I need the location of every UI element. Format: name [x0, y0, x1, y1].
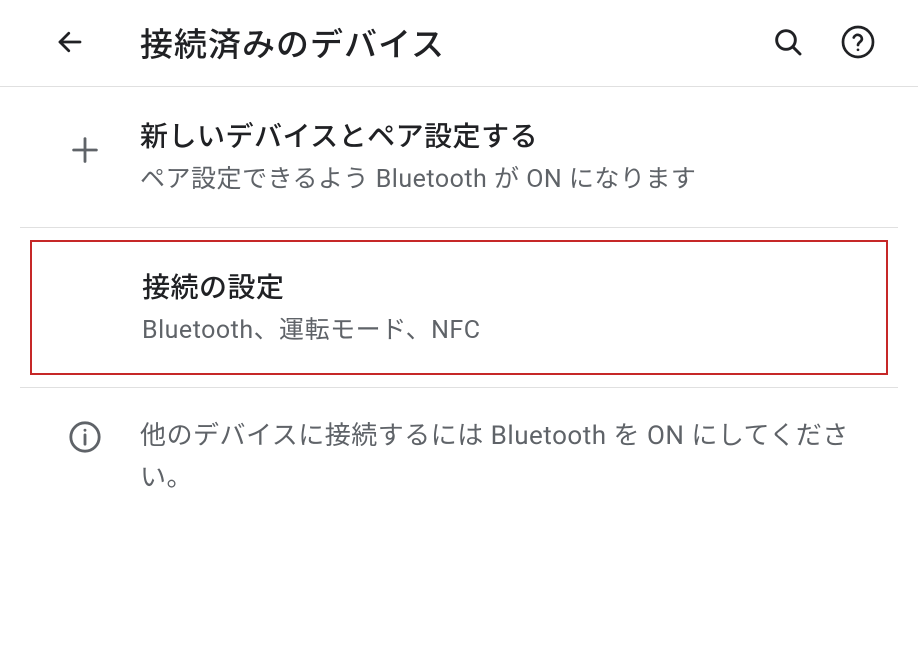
- pair-subtitle: ペア設定できるよう Bluetooth が ON になります: [140, 161, 858, 199]
- settings-subtitle: Bluetooth、運転モード、NFC: [142, 312, 856, 350]
- settings-content: 接続の設定 Bluetooth、運転モード、NFC: [142, 266, 876, 350]
- arrow-back-icon: [55, 27, 85, 57]
- app-header: 接続済みのデバイス: [0, 0, 918, 87]
- pair-title: 新しいデバイスとペア設定する: [140, 115, 858, 155]
- pair-content: 新しいデバイスとペア設定する ペア設定できるよう Bluetooth が ON …: [140, 115, 878, 199]
- plus-icon: [68, 133, 102, 167]
- info-section: 他のデバイスに接続するには Bluetooth を ON にしてください。: [0, 388, 918, 527]
- divider: [20, 227, 898, 228]
- info-text: 他のデバイスに接続するには Bluetooth を ON にしてください。: [140, 416, 878, 499]
- pair-icon-wrap: [30, 115, 140, 167]
- search-button[interactable]: [768, 22, 808, 62]
- help-icon: [840, 24, 876, 60]
- search-icon: [772, 26, 804, 58]
- connection-settings-item[interactable]: 接続の設定 Bluetooth、運転モード、NFC: [30, 240, 888, 376]
- pair-new-device-item[interactable]: 新しいデバイスとペア設定する ペア設定できるよう Bluetooth が ON …: [0, 87, 918, 227]
- back-button[interactable]: [50, 22, 90, 62]
- page-title: 接続済みのデバイス: [140, 18, 768, 66]
- settings-title: 接続の設定: [142, 266, 856, 306]
- header-actions: [768, 22, 878, 62]
- help-button[interactable]: [838, 22, 878, 62]
- settings-icon-wrap: [32, 266, 142, 284]
- info-icon: [68, 420, 102, 454]
- info-icon-wrap: [30, 416, 140, 454]
